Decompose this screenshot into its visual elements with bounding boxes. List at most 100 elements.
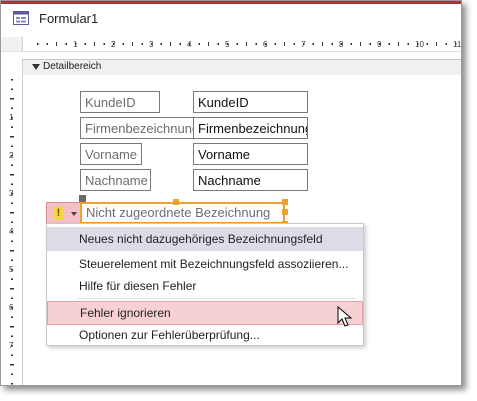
ruler-tick [11,383,13,385]
vertical-ruler-ticks: 1234567 [9,79,14,385]
menu-item-error-options[interactable]: Optionen zur Fehlerüberprüfung... [47,323,363,347]
title-accent-strip [1,1,461,4]
ruler-tick [11,316,13,318]
ruler-tick [11,145,13,147]
ruler-tick [341,43,343,45]
ruler-tick [11,183,13,185]
menu-header: Neues nicht dazugehöriges Bezeichnungsfe… [47,227,363,251]
ruler-tick [160,43,162,45]
ruler-tick [369,43,371,45]
ruler-number: 10 [415,40,424,49]
ruler-tick [265,43,267,45]
resize-handle-mid-right[interactable] [282,209,288,215]
ruler-tick [445,43,447,45]
ruler-tick [11,164,13,166]
unassociated-label[interactable]: Nicht zugeordnete Bezeichnung [80,202,285,224]
ruler-number: 11 [453,40,462,49]
ruler-tick [284,42,285,46]
detail-section-bar[interactable]: Detailbereich [23,59,461,76]
label-firmenbezeichnung[interactable]: Firmenbezeichnung [80,117,194,139]
vertical-ruler: 1234567 [1,59,23,385]
ruler-tick [246,42,247,46]
ruler-tick [132,42,133,46]
ruler-tick [11,354,13,356]
textbox-vorname[interactable]: Vorname [193,143,308,165]
ruler-tick [56,42,57,46]
ruler-tick [436,42,437,46]
menu-separator [77,298,357,299]
ruler-tick [11,231,13,233]
textbox-kundeid[interactable]: KundeID [193,91,308,113]
horizontal-ruler-ticks: 12345678910111213 [37,40,462,49]
ruler-tick [84,43,86,45]
ruler-tick [398,42,399,46]
section-collapse-icon [32,64,40,70]
menu-item-help[interactable]: Hilfe für diesen Fehler [47,274,363,298]
ruler-tick [11,345,13,347]
access-form-window: Formular1 12345678910111213 1234567 Deta… [0,0,462,386]
ruler-tick [179,43,181,45]
textbox-nachname[interactable]: Nachname [193,169,308,191]
ruler-tick [113,43,115,45]
ruler-tick [170,42,171,46]
menu-item-associate[interactable]: Steuerelement mit Bezeichnungsfeld assoz… [47,252,363,276]
ruler-tick [379,43,381,45]
title-bar: Formular1 [1,1,461,38]
ruler-tick [236,43,238,45]
ruler-tick [303,43,305,45]
ruler-tick [360,42,361,46]
ruler-tick [37,43,39,45]
ruler-tick [10,250,14,252]
ruler-tick [11,155,13,157]
ruler-tick [11,278,13,280]
warning-icon: ! [54,207,63,220]
ruler-tick [388,43,390,45]
resize-handle-top-mid[interactable] [173,199,179,205]
ruler-tick [94,42,95,46]
ruler-tick [10,212,14,214]
ruler-tick [293,43,295,45]
menu-item-ignore-error[interactable]: Fehler ignorieren [47,301,363,325]
ruler-tick [455,43,457,45]
ruler-tick [10,98,14,100]
ruler-tick [255,43,257,45]
ruler-tick [10,326,14,328]
label-kundeid[interactable]: KundeID [80,91,160,113]
ruler-tick [11,373,13,375]
ruler-tick [426,43,428,45]
ruler-tick [331,43,333,45]
ruler-tick [10,174,14,176]
label-nachname[interactable]: Nachname [80,169,151,191]
resize-handle-top-right[interactable] [282,199,288,205]
ruler-tick [208,42,209,46]
error-indicator-button[interactable]: ! [46,202,81,224]
ruler-tick [75,43,77,45]
ruler-tick [103,43,105,45]
ruler-tick [11,117,13,119]
form-icon [13,11,29,25]
ruler-tick [11,335,13,337]
ruler-tick [11,88,13,90]
ruler-tick [198,43,200,45]
move-handle[interactable] [79,195,86,202]
ruler-tick [10,288,14,290]
ruler-tick [11,221,13,223]
ruler-tick [11,193,13,195]
textbox-firmenbezeichnung[interactable]: Firmenbezeichnung [193,117,308,139]
ruler-tick [350,43,352,45]
ruler-tick [11,297,13,299]
ruler-tick [46,43,48,45]
window-title: Formular1 [39,11,99,26]
ruler-tick [312,43,314,45]
mouse-pointer-icon [337,306,353,327]
ruler-tick [151,43,153,45]
ruler-tick [11,259,13,261]
label-vorname[interactable]: Vorname [80,143,142,165]
chevron-down-icon [71,212,77,216]
ruler-tick [11,202,13,204]
ruler-tick [11,107,13,109]
ruler-tick [227,43,229,45]
section-label: Detailbereich [43,61,102,72]
ruler-tick [11,79,13,81]
ruler-tick [141,43,143,45]
